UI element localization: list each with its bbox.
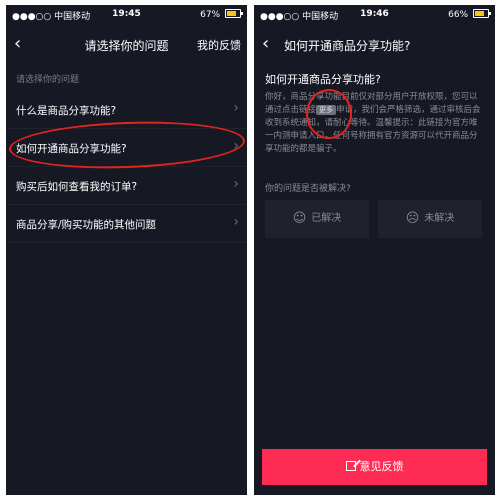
question-item[interactable]: 购买后如何查看我的订单? ›	[6, 167, 247, 205]
article-title: 如何开通商品分享功能?	[265, 73, 381, 86]
nav-bar: ‹ 如何开通商品分享功能?	[254, 27, 495, 63]
status-bar: ●●●○○ 中国移动 19:45 67%	[6, 5, 247, 25]
question-item[interactable]: 如何开通商品分享功能? ›	[6, 129, 247, 167]
smile-icon: ☺	[292, 211, 307, 226]
feedback-label: 意见反馈	[359, 460, 404, 473]
chevron-left-icon[interactable]: ‹	[262, 33, 269, 54]
nav-bar: ‹ 请选择你的问题 我的反馈	[6, 27, 247, 63]
status-right: 66%	[448, 9, 491, 20]
question-item[interactable]: 商品分享/购买功能的其他问题 ›	[6, 205, 247, 243]
chevron-right-icon: ›	[233, 176, 239, 192]
sad-face-icon: ☹	[405, 211, 420, 226]
chevron-right-icon: ›	[233, 214, 239, 230]
status-right: 67%	[200, 9, 243, 20]
question-item[interactable]: 什么是商品分享功能? ›	[6, 91, 247, 129]
solved-question: 你的问题是否被解决?	[265, 184, 351, 194]
chevron-right-icon: ›	[233, 138, 239, 154]
question-label: 商品分享/购买功能的其他问题	[16, 219, 157, 231]
solved-button[interactable]: ☺ 已解决	[265, 200, 369, 238]
unsolved-button[interactable]: ☹ 未解决	[378, 200, 482, 238]
chevron-right-icon: ›	[233, 100, 239, 116]
battery-icon	[473, 9, 491, 18]
question-label: 如何开通商品分享功能?	[16, 143, 127, 155]
solved-label: 已解决	[311, 213, 342, 224]
right-screen: ●●●○○ 中国移动 19:46 66% ‹ 如何开通商品分享功能? 如何开通商…	[254, 5, 495, 495]
unsolved-label: 未解决	[424, 213, 455, 224]
battery-percent: 66%	[448, 10, 469, 20]
battery-percent: 67%	[200, 10, 221, 20]
status-bar: ●●●○○ 中国移动 19:46 66%	[254, 5, 495, 25]
question-label: 购买后如何查看我的订单?	[16, 181, 138, 193]
page-title: 如何开通商品分享功能?	[284, 39, 411, 53]
section-label: 请选择你的问题	[16, 75, 80, 85]
question-list: 什么是商品分享功能? › 如何开通商品分享功能? › 购买后如何查看我的订单? …	[6, 91, 247, 243]
battery-icon	[225, 9, 243, 18]
article-body: 你好，商品分享功能目前仅对部分用户开放权限，您可以通过点击链接 更多 申请，我们会严…	[265, 91, 485, 156]
edit-icon	[345, 461, 356, 471]
question-label: 什么是商品分享功能?	[16, 105, 117, 117]
left-screen: ●●●○○ 中国移动 19:45 67% ‹ 请选择你的问题 我的反馈 请选择你…	[6, 5, 247, 495]
feedback-button[interactable]: 意见反馈	[262, 449, 487, 485]
more-link[interactable]: 更多	[316, 105, 337, 115]
my-feedback-link[interactable]: 我的反馈	[197, 37, 241, 53]
